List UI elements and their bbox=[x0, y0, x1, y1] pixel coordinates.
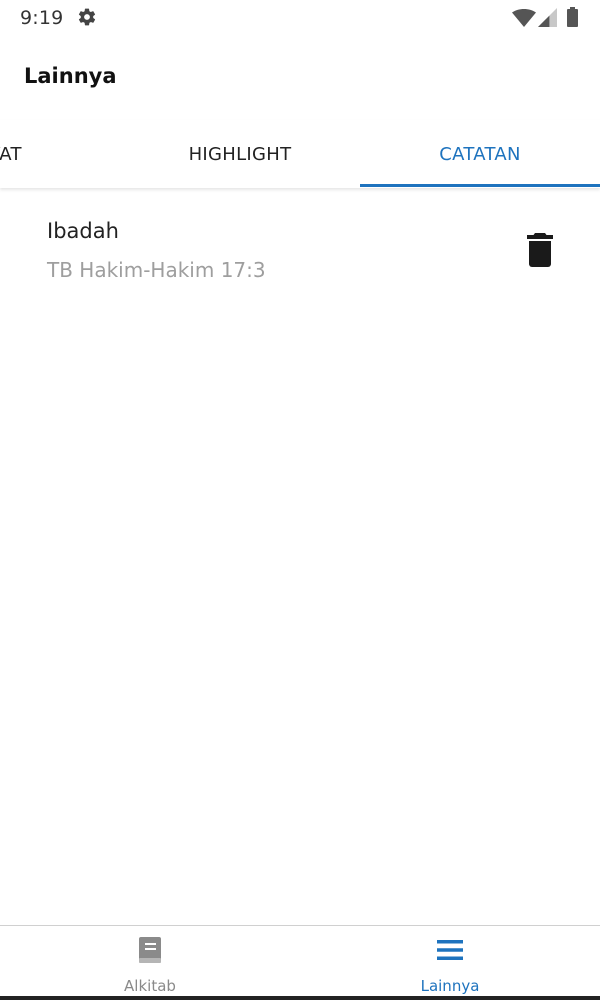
nav-item-lainnya[interactable]: Lainnya bbox=[300, 926, 600, 1000]
menu-icon bbox=[437, 940, 463, 960]
nav-item-alkitab[interactable]: Alkitab bbox=[0, 926, 300, 1000]
gear-icon bbox=[78, 8, 96, 26]
wifi-icon bbox=[512, 9, 536, 27]
note-reference: TB Hakim-Hakim 17:3 bbox=[47, 258, 266, 282]
nav-label-alkitab: Alkitab bbox=[124, 977, 176, 995]
tab-bar: AYAT HIGHLIGHT CATATAN bbox=[0, 120, 600, 188]
bottom-nav: Alkitab Lainnya bbox=[0, 925, 600, 1000]
screen-bottom-edge bbox=[0, 996, 600, 1000]
tab-catatan[interactable]: CATATAN bbox=[360, 120, 600, 188]
list-item[interactable]: Ibadah TB Hakim-Hakim 17:3 bbox=[0, 196, 600, 296]
tab-ayat[interactable]: AYAT bbox=[0, 120, 120, 188]
battery-icon bbox=[567, 7, 578, 27]
trash-icon bbox=[527, 233, 553, 267]
status-time: 9:19 bbox=[20, 7, 64, 29]
app-bar: Lainnya bbox=[0, 36, 600, 120]
tab-highlight[interactable]: HIGHLIGHT bbox=[120, 120, 360, 188]
tab-selected-indicator bbox=[360, 184, 600, 187]
note-title: Ibadah bbox=[47, 219, 119, 243]
delete-button[interactable] bbox=[518, 228, 562, 272]
page-title: Lainnya bbox=[24, 64, 117, 88]
book-icon bbox=[139, 937, 161, 963]
screen: 9:19 Lainnya AYAT HIGHLIGHT CATATAN Ibad… bbox=[0, 0, 600, 1000]
status-bar: 9:19 bbox=[0, 0, 600, 36]
nav-label-lainnya: Lainnya bbox=[420, 977, 480, 995]
cell-signal-icon bbox=[538, 8, 557, 27]
